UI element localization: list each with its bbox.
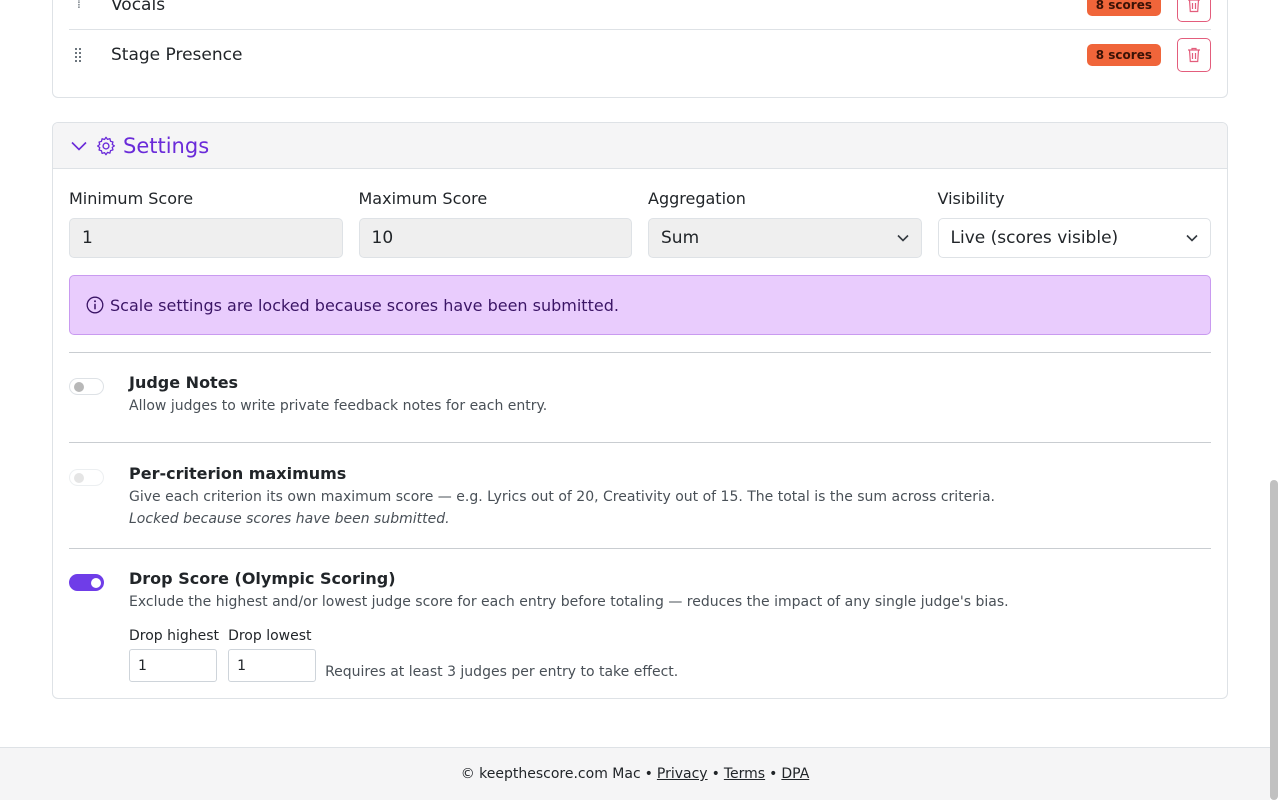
copyright-text: © keepthescore.com Mac [460,766,641,782]
alert-text: Scale settings are locked because scores… [110,295,619,315]
criterion-row: Stage Presence 8 scores [69,30,1211,80]
chevron-down-icon [1186,234,1198,242]
field-label: Maximum Score [358,189,488,208]
visibility-field: Visibility Live (scores visible) [937,189,1211,258]
min-score-field: Minimum Score 1 [69,189,343,258]
terms-link[interactable]: Terms [724,766,765,782]
option-title: Drop Score (Olympic Scoring) [129,569,396,588]
drag-handle-icon[interactable] [71,48,85,62]
separator: • [769,766,778,782]
visibility-select[interactable]: Live (scores visible) [937,218,1211,258]
aggregation-select[interactable]: Sum [648,218,922,258]
field-label: Aggregation [648,189,746,208]
drop-lowest-input[interactable]: 1 [228,649,317,682]
option-text: Per-criterion maximums Give each criteri… [129,464,1211,527]
divider [69,548,1211,549]
delete-criterion-button[interactable] [1177,38,1211,72]
criterion-name: Vocals [111,0,166,15]
drop-highest-label: Drop highest [129,628,220,644]
trash-icon [1188,0,1200,12]
drop-score-option: Drop Score (Olympic Scoring) Exclude the… [69,569,1211,629]
judge-notes-option: Judge Notes Allow judges to write privat… [69,373,1211,433]
drop-lowest-group: Drop lowest 1 [228,628,317,682]
divider [69,352,1211,353]
field-value: Sum [661,228,700,248]
option-description: Give each criterion its own maximum scor… [129,489,995,505]
field-value: 10 [371,228,394,248]
trash-icon [1188,47,1200,63]
dpa-link[interactable]: DPA [781,766,809,782]
input-value: 1 [237,657,246,674]
criteria-card: ⁞ Vocals 8 scores Stage Presence 8 score… [52,0,1228,98]
max-score-input[interactable]: 10 [358,218,632,258]
min-score-input[interactable]: 1 [69,218,343,258]
option-description: Exclude the highest and/or lowest judge … [129,594,1009,610]
drop-highest-group: Drop highest 1 [129,628,219,682]
field-label: Minimum Score [69,189,194,208]
page: ⁞ Vocals 8 scores Stage Presence 8 score… [0,0,1280,800]
chevron-down-icon [896,234,909,242]
score-count-badge: 8 scores [1086,0,1161,16]
aggregation-field: Aggregation Sum [648,189,922,258]
footer: © keepthescore.com Mac • Privacy • Terms… [0,747,1270,800]
settings-card: Settings Minimum Score 1 Maximum Score 1… [52,122,1228,699]
toggle-knob [74,382,84,392]
settings-title: Settings [123,133,210,158]
privacy-link[interactable]: Privacy [657,766,708,782]
info-icon [86,296,104,314]
delete-criterion-button[interactable] [1177,0,1211,22]
per-criterion-toggle[interactable] [69,469,104,486]
drop-inputs: Drop highest 1 Drop lowest 1 Requires at… [129,628,678,682]
scrollbar-thumb[interactable] [1270,480,1278,800]
criterion-row: ⁞ Vocals 8 scores [69,0,1211,30]
settings-header[interactable]: Settings [53,123,1227,169]
option-title: Judge Notes [129,373,239,392]
gear-icon [97,136,115,155]
scale-fields: Minimum Score 1 Maximum Score 10 Aggrega… [69,189,1211,258]
input-value: 1 [138,657,147,674]
option-text: Judge Notes Allow judges to write privat… [129,373,1211,414]
locked-alert: Scale settings are locked because scores… [69,275,1211,335]
option-description: Allow judges to write private feedback n… [129,398,548,414]
option-title: Per-criterion maximums [129,464,347,483]
drag-handle-icon[interactable]: ⁞ [71,0,85,11]
toggle-knob [91,578,101,588]
field-value: 1 [82,228,93,248]
criterion-name: Stage Presence [111,45,243,65]
max-score-field: Maximum Score 10 [358,189,632,258]
judge-notes-toggle[interactable] [69,378,104,395]
chevron-down-icon [71,141,87,151]
score-count-badge: 8 scores [1086,44,1161,66]
field-value: Live (scores visible) [950,228,1119,248]
toggle-knob [74,473,84,483]
divider [69,442,1211,443]
field-label: Visibility [937,189,1005,208]
drop-highest-input[interactable]: 1 [129,649,217,682]
separator: • [644,766,653,782]
drop-score-toggle[interactable] [69,574,104,591]
per-criterion-option: Per-criterion maximums Give each criteri… [69,464,1211,544]
separator: • [711,766,720,782]
drop-lowest-label: Drop lowest [228,628,312,644]
drop-hint: Requires at least 3 judges per entry to … [325,664,679,680]
locked-note: Locked because scores have been submitte… [129,511,450,527]
option-text: Drop Score (Olympic Scoring) Exclude the… [129,569,1211,610]
